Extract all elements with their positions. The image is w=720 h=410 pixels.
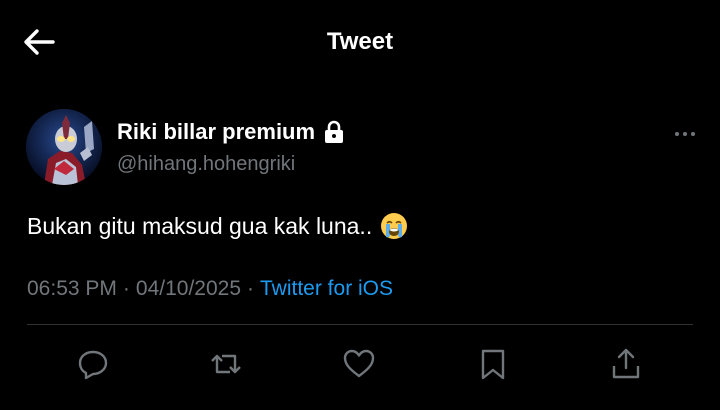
ultraman-avatar-image [26, 109, 102, 185]
bookmark-icon [481, 349, 505, 380]
lock-icon [325, 120, 344, 143]
tweet-metadata: 06:53 PM · 04/10/2025 · Twitter for iOS [27, 277, 393, 301]
tweet-body: Bukan gitu maksud gua kak luna.. [27, 212, 408, 240]
top-bar: Tweet [0, 0, 720, 86]
avatar[interactable] [26, 109, 102, 185]
tweet-source-link[interactable]: Twitter for iOS [260, 277, 393, 300]
meta-separator: · [247, 277, 254, 300]
author-display-name[interactable]: Riki billar premium [117, 119, 315, 145]
reply-button[interactable] [75, 346, 111, 382]
action-bar [0, 340, 720, 388]
page-title: Tweet [326, 28, 394, 55]
retweet-icon [211, 354, 241, 374]
author-name-row[interactable]: Riki billar premium [117, 119, 345, 145]
reply-icon [78, 350, 108, 380]
bookmark-button[interactable] [475, 346, 511, 382]
like-button[interactable] [341, 346, 377, 382]
share-icon [612, 348, 640, 379]
divider [27, 324, 693, 325]
loudly-crying-face-icon [381, 213, 408, 239]
more-options-button[interactable] [672, 125, 698, 143]
tweet-date: 04/10/2025 [135, 277, 241, 300]
more-dots-icon [675, 132, 695, 136]
author-handle[interactable]: @hihang.hohengriki [117, 153, 295, 176]
tweet-text: Bukan gitu maksud gua kak luna.. [27, 212, 373, 239]
retweet-button[interactable] [208, 346, 244, 382]
share-button[interactable] [608, 346, 644, 382]
meta-separator: · [122, 277, 130, 300]
heart-icon [343, 349, 375, 378]
tweet-time: 06:53 PM [27, 277, 117, 300]
